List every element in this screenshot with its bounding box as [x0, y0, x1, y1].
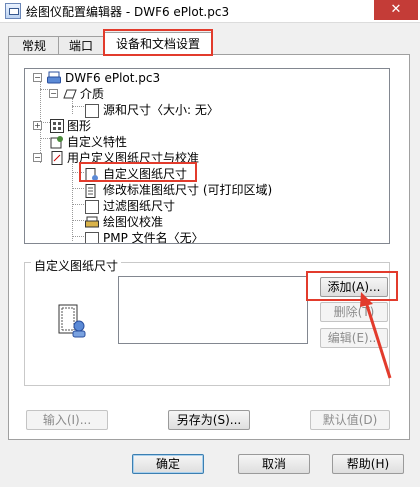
tree-item-media[interactable]: 介质 [80, 86, 104, 102]
ok-button[interactable]: 确定 [132, 454, 204, 474]
cancel-button[interactable]: 取消 [238, 454, 310, 474]
tab-ports[interactable]: 端口 [58, 36, 104, 55]
tree-item-pc3-file[interactable]: DWF6 ePlot.pc3 [65, 70, 160, 86]
close-button[interactable]: ✕ [374, 0, 418, 20]
collapse-root-icon[interactable]: − [33, 73, 42, 82]
custom-properties-icon [50, 135, 64, 149]
tree-item-pmp-file[interactable]: PMP 文件名〈无〉 [103, 230, 204, 243]
tree-item-graphics[interactable]: 图形 [67, 118, 91, 134]
import-button[interactable]: 输入(I)... [26, 410, 108, 430]
window-title: 绘图仪配置编辑器 - DWF6 ePlot.pc3 [26, 5, 230, 19]
plotter-app-icon [5, 3, 21, 19]
custom-paper-size-icon [85, 168, 99, 182]
defaults-button[interactable]: 默认值(D) [310, 410, 390, 430]
tree-item-filter-paper[interactable]: 过滤图纸尺寸 [103, 198, 175, 214]
collapse-user-paper-icon[interactable]: − [33, 153, 42, 162]
tree-item-custom-properties[interactable]: 自定义特性 [67, 134, 127, 150]
tree-item-user-defined-paper[interactable]: 用户定义图纸尺寸与校准 [67, 150, 199, 166]
add-button[interactable]: 添加(A)... [320, 277, 388, 297]
tab-device-document-settings[interactable]: 设备和文档设置 [104, 32, 212, 55]
tab-general[interactable]: 常规 [8, 36, 60, 55]
source-size-icon [85, 104, 99, 118]
pmp-file-icon [85, 232, 99, 243]
delete-button[interactable]: 删除(T) [320, 302, 388, 322]
settings-tree[interactable]: − DWF6 ePlot.pc3 − 介质 源和尺寸〈大小: 无〉 + 图形 自… [24, 68, 390, 244]
media-icon [63, 87, 77, 101]
custom-paper-list[interactable] [118, 276, 308, 344]
tree-item-custom-paper-size[interactable]: 自定义图纸尺寸 [103, 166, 187, 182]
tree-item-modify-standard-paper[interactable]: 修改标准图纸尺寸 (可打印区域) [103, 182, 272, 198]
collapse-media-icon[interactable]: − [49, 89, 58, 98]
filter-paper-icon [85, 200, 99, 214]
custom-paper-group-label: 自定义图纸尺寸 [31, 257, 122, 274]
edit-button[interactable]: 编辑(E)... [320, 328, 388, 348]
custom-paper-size-large-icon [56, 304, 88, 338]
plotter-calibration-icon [85, 216, 99, 230]
tree-item-source-size[interactable]: 源和尺寸〈大小: 无〉 [103, 102, 219, 118]
save-as-button[interactable]: 另存为(S)... [168, 410, 250, 430]
title-bar: 绘图仪配置编辑器 - DWF6 ePlot.pc3 ✕ [0, 0, 420, 23]
plotter-icon [47, 71, 61, 85]
graphics-icon [50, 119, 64, 133]
user-defined-paper-icon [50, 151, 64, 165]
expand-graphics-icon[interactable]: + [33, 121, 42, 130]
help-button[interactable]: 帮助(H) [332, 454, 404, 474]
modify-standard-paper-icon [85, 184, 99, 198]
tree-item-plotter-calibration[interactable]: 绘图仪校准 [103, 214, 163, 230]
